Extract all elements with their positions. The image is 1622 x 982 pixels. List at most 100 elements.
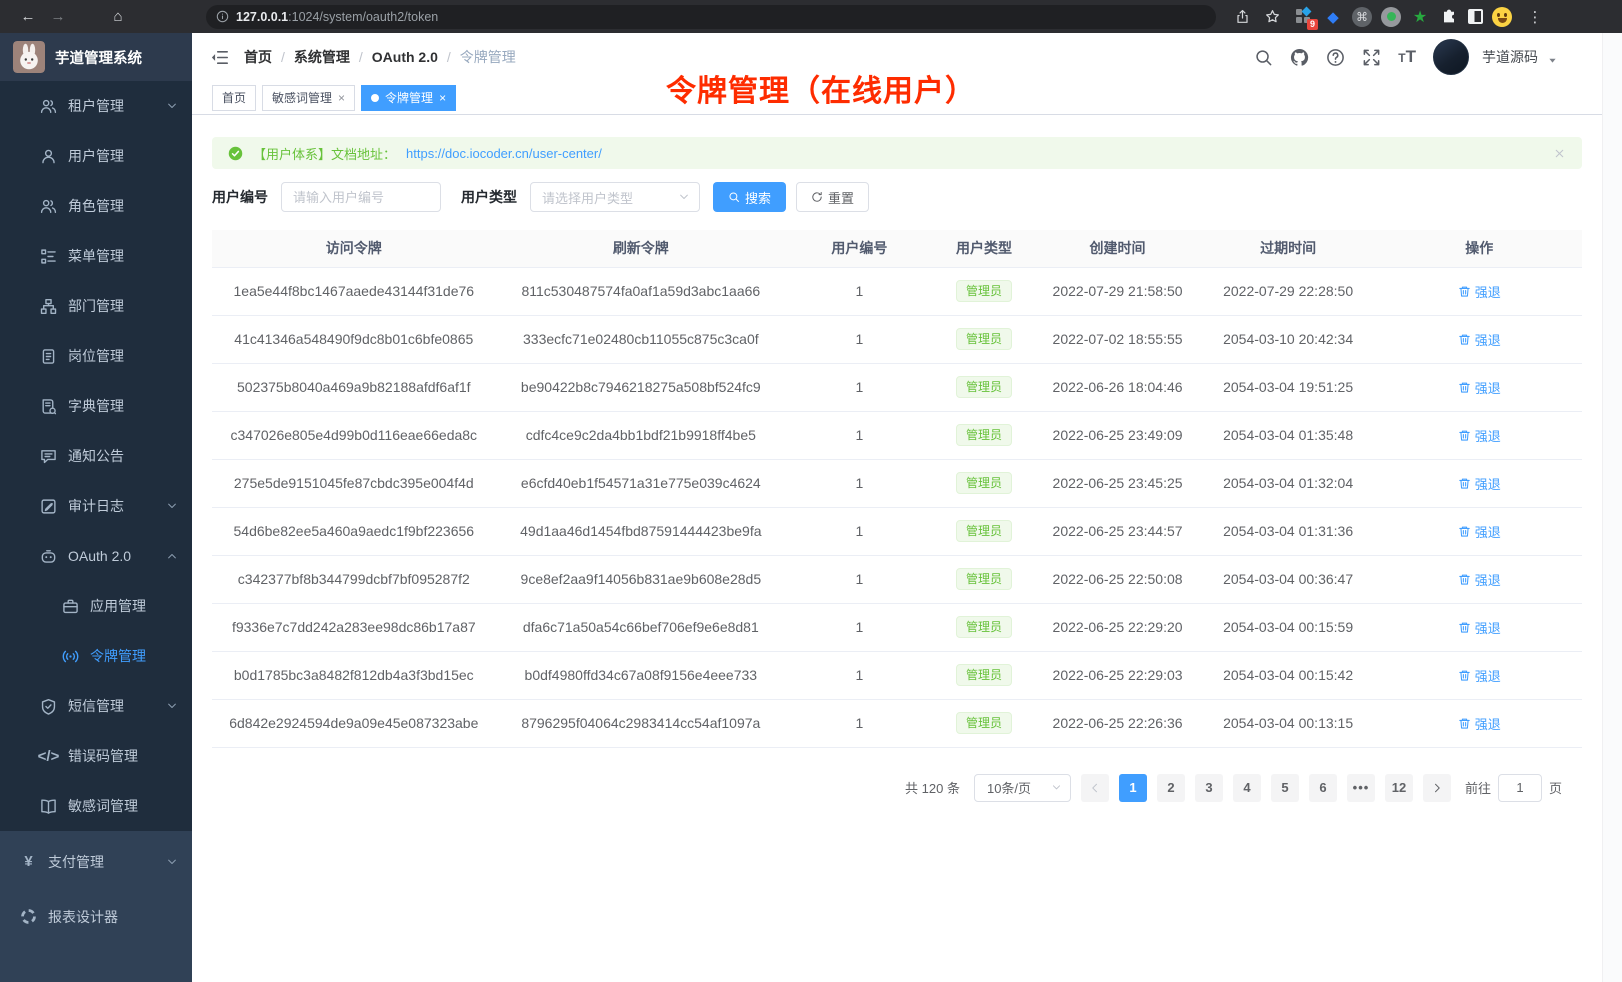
reading-mode-icon[interactable]	[1468, 9, 1483, 24]
reset-button[interactable]: 重置	[796, 182, 869, 212]
cell-user-id: 1	[786, 459, 933, 507]
sidebar-item-oauth2-app[interactable]: 应用管理	[0, 581, 192, 631]
sidebar-item-audit-log[interactable]: 审计日志	[0, 481, 192, 531]
sidebar-item-oauth2[interactable]: OAuth 2.0	[0, 531, 192, 581]
forward-icon[interactable]: →	[44, 5, 72, 29]
back-icon[interactable]: ←	[14, 5, 42, 29]
page-ellipsis-button[interactable]: •••	[1347, 774, 1375, 802]
column-header: 过期时间	[1200, 230, 1377, 267]
cell-action: 强退	[1376, 363, 1582, 411]
tab-令牌管理[interactable]: 令牌管理×	[361, 85, 456, 111]
goto-page-input[interactable]	[1498, 774, 1542, 802]
page-button-1[interactable]: 1	[1119, 774, 1147, 802]
sidebar-item-user[interactable]: 用户管理	[0, 131, 192, 181]
sidebar-item-pay[interactable]: ¥支付管理	[0, 834, 192, 889]
sidebar-item-dept[interactable]: 部门管理	[0, 281, 192, 331]
force-logout-button[interactable]: 强退	[1458, 282, 1501, 301]
sidebar-item-menu[interactable]: 菜单管理	[0, 231, 192, 281]
force-logout-button[interactable]: 强退	[1458, 666, 1501, 685]
extension-gem-icon[interactable]: ◆	[1323, 7, 1343, 27]
force-logout-button[interactable]: 强退	[1458, 570, 1501, 589]
cell-refresh-token: b0df4980ffd34c67a08f9156e4eee733	[496, 651, 786, 699]
cell-access-token: c342377bf8b344799dcbf7bf095287f2	[212, 555, 496, 603]
page-button-2[interactable]: 2	[1157, 774, 1185, 802]
search-icon[interactable]	[1254, 48, 1273, 67]
share-icon[interactable]	[1228, 5, 1256, 29]
font-size-icon[interactable]: TT	[1398, 47, 1416, 67]
chevron-down-icon[interactable]	[1547, 55, 1558, 66]
prev-page-button[interactable]	[1081, 774, 1109, 802]
sidebar-item-sms[interactable]: 短信管理	[0, 681, 192, 731]
extensions-puzzle-icon[interactable]	[1439, 7, 1459, 27]
cell-action: 强退	[1376, 411, 1582, 459]
breadcrumb-item[interactable]: 系统管理	[294, 47, 350, 67]
sidebar-fold-icon[interactable]	[210, 48, 229, 67]
sidebar: 芋道管理系统 租户管理用户管理角色管理菜单管理部门管理岗位管理字典管理通知公告审…	[0, 33, 192, 982]
search-button[interactable]: 搜索	[713, 182, 786, 212]
page-button-12[interactable]: 12	[1385, 774, 1413, 802]
user-type-select[interactable]: 请选择用户类型	[530, 182, 700, 212]
extension-command-icon[interactable]: ⌘	[1352, 7, 1372, 27]
extension-grid-icon[interactable]: 9	[1294, 7, 1314, 27]
cell-expire-time: 2054-03-04 01:32:04	[1200, 459, 1377, 507]
force-logout-button[interactable]: 强退	[1458, 618, 1501, 637]
browser-profile-avatar[interactable]	[1492, 7, 1512, 27]
cell-expire-time: 2054-03-04 01:31:36	[1200, 507, 1377, 555]
site-info-icon[interactable]	[216, 10, 229, 23]
next-page-button[interactable]	[1423, 774, 1451, 802]
browser-scrollbar[interactable]	[1602, 33, 1622, 982]
bookmark-star-icon[interactable]	[1258, 5, 1286, 29]
sidebar-item-tenant[interactable]: 租户管理	[0, 81, 192, 131]
home-icon[interactable]: ⌂	[104, 5, 132, 29]
page-button-5[interactable]: 5	[1271, 774, 1299, 802]
reload-icon[interactable]	[74, 5, 102, 29]
cell-refresh-token: 8796295f04064c2983414cc54af1097a	[496, 699, 786, 747]
tab-首页[interactable]: 首页	[212, 85, 256, 111]
breadcrumb-item[interactable]: 首页	[244, 47, 272, 67]
column-header: 用户类型	[933, 230, 1036, 267]
sidebar-item-oauth2-token[interactable]: 令牌管理	[0, 631, 192, 681]
force-logout-button[interactable]: 强退	[1458, 474, 1501, 493]
alert-doc-link[interactable]: https://doc.iocoder.cn/user-center/	[406, 146, 602, 161]
force-logout-button[interactable]: 强退	[1458, 330, 1501, 349]
extension-star-icon[interactable]: ★	[1410, 7, 1430, 27]
sidebar-item-notice[interactable]: 通知公告	[0, 431, 192, 481]
page-size-select[interactable]: 10条/页	[974, 774, 1071, 802]
browser-menu-icon[interactable]: ⋮	[1521, 5, 1549, 29]
user-type-tag: 管理员	[956, 520, 1012, 542]
page-button-6[interactable]: 6	[1309, 774, 1337, 802]
app-logo[interactable]: 芋道管理系统	[0, 33, 192, 81]
sidebar-item-error-code[interactable]: </>错误码管理	[0, 731, 192, 781]
cell-user-id: 1	[786, 315, 933, 363]
extension-dot-icon[interactable]	[1381, 7, 1401, 27]
report-icon	[20, 908, 37, 925]
browser-toolbar: ← → ⌂ 127.0.0.1:1024/system/oauth2/token…	[0, 0, 1622, 33]
tab-敏感词管理[interactable]: 敏感词管理×	[262, 85, 355, 111]
sidebar-item-sensitive[interactable]: 敏感词管理	[0, 781, 192, 831]
user-name[interactable]: 芋道源码	[1482, 47, 1538, 67]
address-bar[interactable]: 127.0.0.1:1024/system/oauth2/token	[206, 5, 1216, 29]
force-logout-button[interactable]: 强退	[1458, 714, 1501, 733]
sidebar-item-report[interactable]: 报表设计器	[0, 889, 192, 944]
user-type-tag: 管理员	[956, 568, 1012, 590]
page-button-3[interactable]: 3	[1195, 774, 1223, 802]
user-avatar[interactable]	[1433, 39, 1469, 75]
sidebar-item-post[interactable]: 岗位管理	[0, 331, 192, 381]
force-logout-button[interactable]: 强退	[1458, 378, 1501, 397]
fullscreen-icon[interactable]	[1362, 48, 1381, 67]
help-icon[interactable]	[1326, 48, 1345, 67]
breadcrumb-item[interactable]: OAuth 2.0	[372, 49, 438, 65]
cell-user-id: 1	[786, 267, 933, 315]
force-logout-button[interactable]: 强退	[1458, 426, 1501, 445]
cell-user-type: 管理员	[933, 411, 1036, 459]
sidebar-item-role[interactable]: 角色管理	[0, 181, 192, 231]
github-icon[interactable]	[1290, 48, 1309, 67]
alert-close-icon[interactable]	[1553, 147, 1566, 160]
tab-close-icon[interactable]: ×	[439, 92, 446, 104]
force-logout-button[interactable]: 强退	[1458, 522, 1501, 541]
user-id-input[interactable]	[281, 182, 441, 212]
tab-close-icon[interactable]: ×	[338, 92, 345, 104]
page-button-4[interactable]: 4	[1233, 774, 1261, 802]
user-id-label: 用户编号	[212, 187, 268, 207]
sidebar-item-dict[interactable]: 字典管理	[0, 381, 192, 431]
